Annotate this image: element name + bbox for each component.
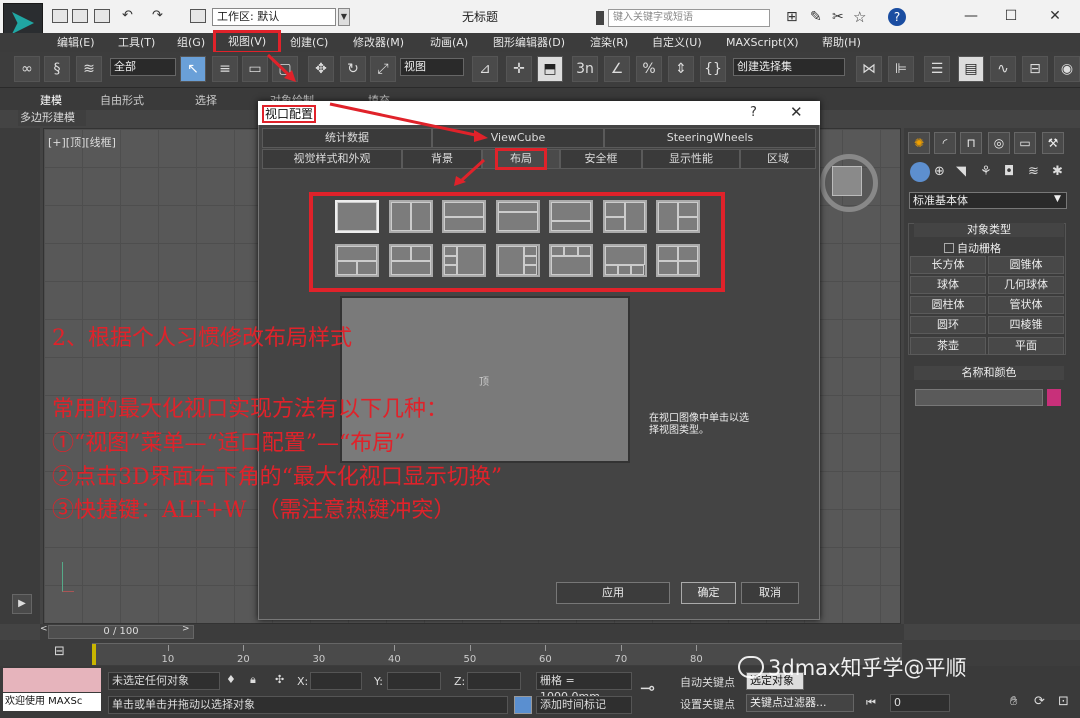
prev-frame-icon[interactable]: ⏮ [866,696,876,710]
frame-tick-label: 20 [237,654,250,665]
frame-tick-label: 40 [388,654,401,665]
time-prev-icon[interactable]: < [40,624,48,640]
x-label: X: [297,675,309,688]
transform-mode-icon[interactable]: ✣ [275,673,284,686]
frame-tick-mark [469,645,471,651]
z-label: Z: [454,675,466,688]
current-frame-input[interactable]: 0 [890,694,950,712]
y-coord-input[interactable] [387,672,441,690]
orbit-icon[interactable]: ⟳ [1034,694,1045,709]
arrow-to-layouts [460,158,486,182]
annotation-line-4: ②点击3D界面右下角的“最大化视口显示切换” [52,465,503,490]
maximize-viewport-icon[interactable]: ⊡ [1058,694,1069,709]
maxscript-listener[interactable] [3,668,101,692]
set-key-label[interactable]: 设置关键点 [680,696,735,712]
time-tag-icon[interactable] [514,696,532,714]
isolate-icon[interactable]: ♦ [226,673,236,686]
frame-tick-mark [318,645,320,651]
welcome-text[interactable]: 欢迎使用 MAXSc [3,693,101,711]
frame-tick-mark [243,645,244,651]
frame-tick-label: 70 [614,654,628,665]
annotation-line-3: ①“视图”菜单—“适口配置”—“布局” [52,431,406,456]
grid-size: 栅格 = 1000.0mm [536,672,632,703]
lock-icon[interactable]: 🔒︎ [250,673,256,687]
current-frame-marker [92,644,96,665]
frame-tick-mark [167,645,169,651]
annotation-arrows [266,53,488,186]
frame-tick-label: 50 [463,654,477,665]
x-coord-input[interactable] [310,672,362,690]
frame-tick-label: 60 [539,654,552,665]
frame-tick-label: 10 [161,654,175,665]
frame-tick-mark [545,645,546,651]
set-key-icon[interactable]: ⊸ [640,678,655,699]
time-slider[interactable]: 0 / 100 [48,625,194,639]
y-label: Y: [374,675,383,688]
pan-hand-icon[interactable]: ✋︎ [1010,694,1017,709]
time-next-icon[interactable]: > [182,624,190,634]
watermark-text: 3dmax知乎学@平顺 [768,656,967,680]
arrow-to-toolbar [266,53,292,78]
frame-tick-label: 80 [690,654,703,665]
auto-key-label[interactable]: 自动关键点 [680,674,735,690]
arrow-head-2 [474,130,488,142]
frame-tick-mark [394,645,395,651]
wechat-logo-icon [738,656,764,678]
z-coord-input[interactable] [467,672,521,690]
annotation-line-2: 常用的最大化视口实现方法有以下几种： [52,397,449,422]
selection-status: 未选定任何对象 [108,672,220,690]
mini-curve-editor-icon[interactable]: ⊟ [54,644,74,662]
prompt-line: 单击或单击并拖动以选择对象 [108,696,508,714]
annotation-line-5: ③快捷键：ALT+W （需注意热键冲突） [52,498,456,523]
frame-tick-mark [620,645,622,651]
frame-tick-label: 30 [312,654,326,665]
annotation-line-1: 2、根据个人习惯修改布局样式 [52,326,352,351]
add-time-tag[interactable]: 添加时间标记 [536,696,632,714]
arrow-to-viewcube-tab [329,102,481,138]
key-filters-button[interactable]: 关键点过滤器... [746,694,854,712]
frame-tick-mark [696,645,697,651]
